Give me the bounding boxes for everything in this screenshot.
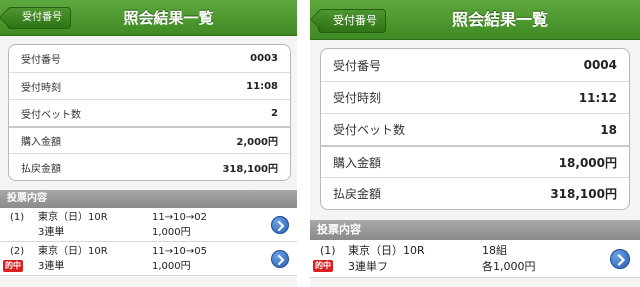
bet-row[interactable]: (1) 東京（日）10R 18組 的中 3連単フ 各1,000円: [310, 240, 640, 278]
bet-combination: 18組: [482, 244, 507, 257]
bet-combination: 11→10→05: [152, 246, 207, 257]
summary-value: 2: [271, 107, 278, 119]
navigation-bar: 受付番号 照会結果一覧: [310, 0, 640, 40]
summary-card: 受付番号 0003 受付時刻 11:08 受付ベット数 2 購入金額 2,000…: [8, 44, 291, 181]
summary-row-purchase-amount: 購入金額 18,000円: [321, 145, 629, 177]
bet-race: 東京（日）10R: [38, 212, 108, 223]
bet-index: (1): [320, 244, 336, 257]
bet-line-bottom: 的中 3連単フ 各1,000円: [310, 259, 640, 274]
summary-value: 18: [600, 122, 617, 137]
bet-type: 3連単フ: [348, 260, 388, 273]
hit-badge: 的中: [313, 260, 333, 272]
summary-row-purchase-amount: 購入金額 2,000円: [9, 126, 290, 153]
summary-row-receipt-time: 受付時刻 11:08: [9, 72, 290, 99]
summary-label: 受付番号: [21, 55, 61, 66]
bet-race: 東京（日）10R: [348, 244, 425, 257]
bet-type: 3連単: [38, 227, 65, 238]
summary-value: 11:12: [578, 90, 617, 105]
detail-arrow-button[interactable]: [610, 248, 630, 269]
summary-label: 購入金額: [21, 137, 61, 148]
summary-card: 受付番号 0004 受付時刻 11:12 受付ベット数 18 購入金額 18,0…: [320, 48, 630, 210]
section-header-vote-content: 投票内容: [0, 190, 297, 208]
bet-amount: 1,000円: [152, 261, 191, 272]
bet-row[interactable]: (1) 東京（日）10R 11→10→02 3連単 1,000円: [0, 208, 297, 242]
summary-label: 払戻金額: [21, 163, 61, 175]
summary-row-payout-amount: 払戻金額 318,100円: [9, 153, 290, 180]
summary-row-receipt-number: 受付番号 0003: [9, 45, 290, 72]
summary-row-receipt-number: 受付番号 0004: [321, 49, 629, 81]
summary-value: 318,100円: [222, 163, 278, 175]
detail-arrow-button[interactable]: [271, 215, 289, 234]
summary-row-bet-count: 受付ベット数 18: [321, 113, 629, 145]
summary-label: 払戻金額: [333, 187, 382, 201]
bet-amount: 各1,000円: [482, 260, 536, 273]
summary-label: 受付番号: [333, 58, 382, 73]
chevron-right-icon: [617, 253, 626, 266]
summary-value: 318,100円: [550, 187, 617, 201]
bet-index: (2): [10, 246, 25, 257]
summary-value: 2,000円: [236, 137, 278, 148]
chevron-right-icon: [278, 220, 285, 231]
summary-label: 受付時刻: [21, 82, 61, 94]
bet-line-top: (1) 東京（日）10R 18組: [310, 243, 640, 258]
summary-value: 0004: [583, 58, 617, 72]
summary-label: 購入金額: [333, 155, 382, 170]
detail-arrow-button[interactable]: [271, 249, 289, 268]
bet-race: 東京（日）10R: [38, 246, 108, 257]
bet-line-bottom: 的中 3連単 1,000円: [0, 259, 297, 274]
bet-row[interactable]: (2) 東京（日）10R 11→10→05 的中 3連単 1,000円: [0, 242, 297, 276]
bet-amount: 1,000円: [152, 227, 191, 238]
navigation-bar: 受付番号 照会結果一覧: [0, 0, 297, 36]
right-screen: 受付番号 照会結果一覧 受付番号 0004 受付時刻 11:12 受付ベット数 …: [310, 0, 640, 287]
left-screen: 受付番号 照会結果一覧 受付番号 0003 受付時刻 11:08 受付ベット数 …: [0, 0, 297, 287]
page-title: 照会結果一覧: [451, 10, 548, 29]
summary-label: 受付ベット数: [333, 123, 406, 137]
summary-row-bet-count: 受付ベット数 2: [9, 99, 290, 126]
bet-line-top: (2) 東京（日）10R 11→10→05: [0, 244, 297, 259]
summary-row-payout-amount: 払戻金額 318,100円: [321, 177, 629, 209]
summary-row-receipt-time: 受付時刻 11:12: [321, 81, 629, 113]
summary-value: 18,000円: [558, 155, 617, 170]
section-header-vote-content: 投票内容: [310, 220, 640, 240]
summary-value: 11:08: [246, 80, 278, 92]
page-title: 照会結果一覧: [123, 9, 214, 27]
bet-line-bottom: 3連単 1,000円: [0, 225, 297, 240]
summary-label: 受付時刻: [333, 91, 382, 105]
summary-label: 受付ベット数: [21, 109, 81, 121]
chevron-right-icon: [278, 254, 285, 265]
bet-line-top: (1) 東京（日）10R 11→10→02: [0, 210, 297, 225]
bet-combination: 11→10→02: [152, 212, 207, 223]
hit-badge: 的中: [3, 260, 23, 272]
bet-type: 3連単: [38, 261, 65, 272]
summary-value: 0003: [250, 53, 278, 64]
bet-index: (1): [10, 212, 25, 223]
